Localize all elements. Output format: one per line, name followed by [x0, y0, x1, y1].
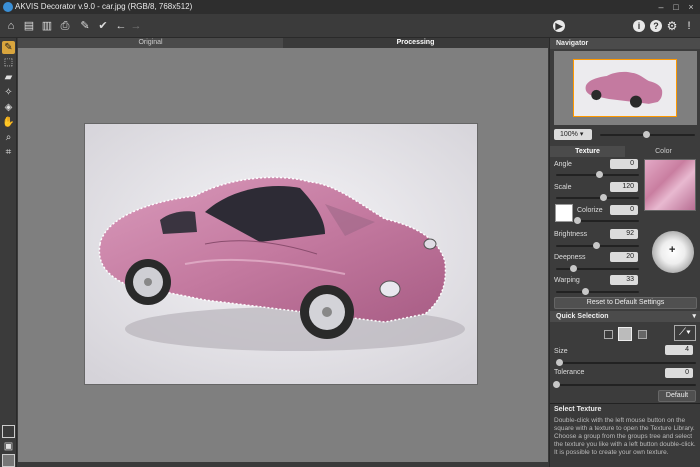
window-title: AKVIS Decorator v.9.0 - car.jpg (RGB/8, …	[15, 2, 193, 11]
background-color-icon[interactable]	[2, 454, 15, 467]
deepness-label: Deepness	[554, 254, 586, 261]
colorize-input[interactable]: 0	[610, 205, 638, 215]
warping-input[interactable]: 33	[610, 275, 638, 285]
size-label: Size	[554, 348, 568, 355]
colorize-label: Colorize	[577, 207, 603, 214]
warping-slider-knob[interactable]	[582, 288, 589, 295]
tab-texture[interactable]: Texture	[550, 146, 625, 157]
warping-slider[interactable]	[556, 288, 639, 295]
bucket-icon[interactable]: ◈	[2, 101, 15, 114]
load-preset-icon[interactable]: ✎	[77, 18, 93, 34]
scale-label: Scale	[554, 184, 572, 191]
navigator-preview[interactable]	[554, 51, 697, 125]
view-tabs: Original Processing	[18, 38, 548, 48]
scale-slider[interactable]	[556, 194, 639, 201]
deepness-input[interactable]: 20	[610, 252, 638, 262]
settings-panel: Navigator 100% ▾ Texture Color Angle 0 S…	[549, 38, 700, 467]
warping-label: Warping	[554, 277, 580, 284]
light-source-marker[interactable]: +	[669, 244, 675, 256]
help-panel: Select Texture Double-click with the lef…	[550, 403, 700, 467]
main-toolbar: ⌂ ▤ ▥ ⎙ ✎ ✔ ← → ▶ i ? ⚙ !	[0, 14, 700, 38]
car-illustration	[85, 124, 477, 384]
zoom-value: 100%	[560, 131, 578, 138]
texture-brush-icon[interactable]: ✎	[2, 41, 15, 54]
help-text: Double-click with the left mouse button …	[554, 417, 696, 456]
add-selection-icon[interactable]	[618, 327, 632, 341]
brightness-slider-knob[interactable]	[593, 242, 600, 249]
texture-swatch[interactable]	[644, 159, 696, 211]
lasso-icon[interactable]: ✧	[2, 86, 15, 99]
help-title: Select Texture	[554, 406, 602, 413]
hand-icon[interactable]: ✋	[2, 116, 15, 129]
zoom-select[interactable]: 100% ▾	[554, 129, 592, 140]
zoom-slider-knob[interactable]	[643, 131, 650, 138]
tolerance-slider[interactable]	[553, 381, 696, 388]
info-icon[interactable]: i	[633, 20, 645, 32]
size-slider-knob[interactable]	[556, 359, 563, 366]
open-file-icon[interactable]: ▤	[21, 18, 37, 34]
tab-processing[interactable]: Processing	[283, 38, 548, 48]
undo-icon[interactable]: ←	[113, 18, 129, 34]
angle-slider[interactable]	[556, 171, 639, 178]
quick-selection-title: Quick Selection	[556, 313, 609, 320]
app-logo-icon	[3, 2, 13, 12]
tolerance-input[interactable]: 0	[665, 368, 693, 378]
quick-selection-header[interactable]: Quick Selection ▾	[550, 311, 700, 322]
subtract-selection-icon[interactable]	[638, 330, 647, 339]
run-icon[interactable]: ▶	[553, 20, 565, 32]
home-icon[interactable]: ⌂	[3, 18, 19, 34]
scale-slider-knob[interactable]	[600, 194, 607, 201]
title-bar: AKVIS Decorator v.9.0 - car.jpg (RGB/8, …	[0, 0, 700, 14]
brightness-label: Brightness	[554, 231, 588, 238]
colorize-slider-knob[interactable]	[574, 217, 581, 224]
size-slider[interactable]	[556, 359, 696, 366]
brightness-slider[interactable]	[556, 242, 639, 249]
size-input[interactable]: 4	[665, 345, 693, 355]
colorize-swatch[interactable]	[555, 204, 573, 222]
reset-default-button[interactable]: Reset to Default Settings	[554, 297, 697, 309]
settings-gear-icon[interactable]: ⚙	[664, 18, 680, 34]
tolerance-slider-knob[interactable]	[553, 381, 560, 388]
new-selection-icon[interactable]	[604, 330, 613, 339]
rectangle-select-icon[interactable]: ⬚	[2, 56, 15, 69]
scale-input[interactable]: 120	[610, 182, 638, 192]
deepness-slider-knob[interactable]	[570, 265, 577, 272]
angle-input[interactable]: 0	[610, 159, 638, 169]
navigator-thumbnail	[585, 71, 663, 108]
car-image[interactable]	[84, 123, 478, 385]
navigator-header: Navigator	[550, 38, 700, 49]
close-icon[interactable]: ×	[685, 1, 697, 13]
angle-label: Angle	[554, 161, 572, 168]
help-icon[interactable]: ?	[650, 20, 662, 32]
minimize-icon[interactable]: –	[655, 1, 667, 13]
split-view-icon[interactable]: ▣	[2, 440, 15, 453]
chevron-down-icon[interactable]: ▾	[692, 311, 696, 322]
eraser-icon[interactable]: ▰	[2, 71, 15, 84]
redo-icon[interactable]: →	[128, 18, 144, 34]
light-direction-control[interactable]: +	[652, 231, 694, 273]
tab-original[interactable]: Original	[18, 38, 283, 48]
selection-brush-icon[interactable]: ⟋▾	[674, 325, 696, 341]
notifications-icon[interactable]: !	[681, 18, 697, 34]
angle-slider-knob[interactable]	[596, 171, 603, 178]
tools-panel: ✎ ⬚ ▰ ✧ ◈ ✋ ⌕ ⌗ ▣	[0, 38, 17, 467]
print-icon[interactable]: ⎙	[57, 18, 73, 34]
tolerance-label: Tolerance	[554, 369, 585, 376]
zoom-icon[interactable]: ⌕	[2, 131, 15, 144]
colorize-slider[interactable]	[574, 217, 639, 224]
brightness-input[interactable]: 92	[610, 229, 638, 239]
default-button[interactable]: Default	[658, 390, 696, 402]
save-preset-icon[interactable]: ✔	[95, 18, 111, 34]
save-file-icon[interactable]: ▥	[39, 18, 55, 34]
view-mode-icon[interactable]	[2, 425, 15, 438]
navigator-viewport[interactable]	[573, 59, 677, 117]
tab-color[interactable]: Color	[626, 146, 700, 157]
deepness-slider[interactable]	[556, 265, 639, 272]
zoom-slider[interactable]	[600, 131, 695, 138]
crop-icon[interactable]: ⌗	[2, 146, 15, 159]
maximize-icon[interactable]: □	[670, 1, 682, 13]
